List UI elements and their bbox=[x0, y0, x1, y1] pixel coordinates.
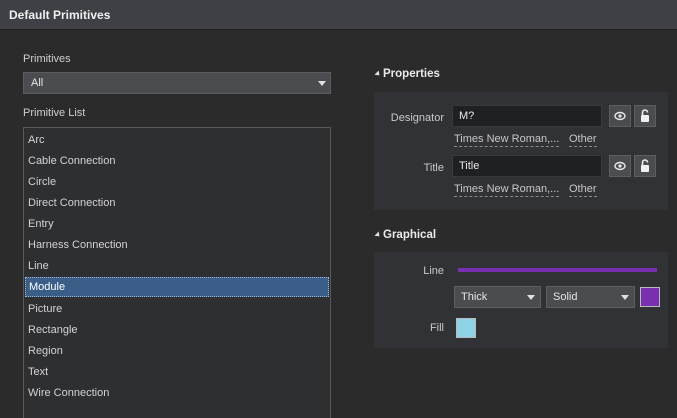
designator-value: M? bbox=[459, 110, 475, 122]
primitive-list[interactable]: Arc Cable Connection Circle Direct Conne… bbox=[23, 127, 331, 418]
primitives-label: Primitives bbox=[23, 53, 71, 65]
designator-input[interactable]: M? bbox=[452, 105, 602, 127]
title-label: Title bbox=[423, 162, 444, 174]
collapse-triangle-icon bbox=[374, 231, 382, 239]
designator-font-link[interactable]: Times New Roman,... bbox=[454, 133, 560, 147]
fill-label: Fill bbox=[429, 322, 444, 334]
lock-icon bbox=[641, 109, 649, 122]
list-item-arc[interactable]: Arc bbox=[25, 130, 329, 150]
list-item-picture[interactable]: Picture bbox=[25, 299, 329, 319]
list-item-rectangle[interactable]: Rectangle bbox=[25, 320, 329, 340]
line-preview bbox=[458, 268, 657, 272]
line-width-value: Thick bbox=[461, 291, 488, 303]
list-item-text[interactable]: Text bbox=[25, 362, 329, 382]
title-value: Title bbox=[459, 160, 480, 172]
properties-panel: Designator M? Times New Roman,... Other … bbox=[374, 92, 668, 210]
title-other-link[interactable]: Other bbox=[569, 183, 597, 197]
line-style-value: Solid bbox=[553, 291, 578, 303]
designator-lock-button[interactable] bbox=[634, 105, 656, 127]
title-input[interactable]: Title bbox=[452, 155, 602, 177]
primitives-dropdown-value: All bbox=[31, 77, 44, 89]
dialog-title: Default Primitives bbox=[9, 8, 111, 22]
list-item-line[interactable]: Line bbox=[25, 256, 329, 276]
eye-icon bbox=[614, 161, 626, 171]
title-visibility-button[interactable] bbox=[609, 155, 631, 177]
chevron-down-icon bbox=[318, 81, 326, 86]
list-item-region[interactable]: Region bbox=[25, 341, 329, 361]
designator-other-link[interactable]: Other bbox=[569, 133, 597, 147]
primitives-dropdown[interactable]: All bbox=[23, 72, 331, 94]
fill-color-swatch[interactable] bbox=[456, 318, 476, 338]
list-item-wire-connection[interactable]: Wire Connection bbox=[25, 383, 329, 403]
line-label: Line bbox=[423, 265, 444, 277]
list-item-harness-connection[interactable]: Harness Connection bbox=[25, 235, 329, 255]
lock-icon bbox=[641, 159, 649, 172]
list-item-entry[interactable]: Entry bbox=[25, 214, 329, 234]
list-item-circle[interactable]: Circle bbox=[25, 172, 329, 192]
dialog-title-bar: Default Primitives bbox=[0, 0, 677, 30]
graphical-panel: Line Thick Solid Fill bbox=[374, 252, 668, 348]
designator-label: Designator bbox=[390, 112, 444, 124]
title-lock-button[interactable] bbox=[634, 155, 656, 177]
list-item-cable-connection[interactable]: Cable Connection bbox=[25, 151, 329, 171]
primitive-list-label: Primitive List bbox=[23, 107, 86, 119]
designator-visibility-button[interactable] bbox=[609, 105, 631, 127]
graphical-heading: Graphical bbox=[383, 229, 437, 241]
eye-icon bbox=[614, 111, 626, 121]
list-item-direct-connection[interactable]: Direct Connection bbox=[25, 193, 329, 213]
properties-heading: Properties bbox=[383, 68, 440, 80]
chevron-down-icon bbox=[621, 295, 629, 300]
title-font-link[interactable]: Times New Roman,... bbox=[454, 183, 560, 197]
line-color-swatch[interactable] bbox=[640, 287, 660, 307]
list-item-module[interactable]: Module bbox=[25, 277, 329, 297]
line-width-dropdown[interactable]: Thick bbox=[454, 286, 541, 308]
line-style-dropdown[interactable]: Solid bbox=[546, 286, 635, 308]
collapse-triangle-icon bbox=[374, 70, 382, 78]
chevron-down-icon bbox=[527, 295, 535, 300]
